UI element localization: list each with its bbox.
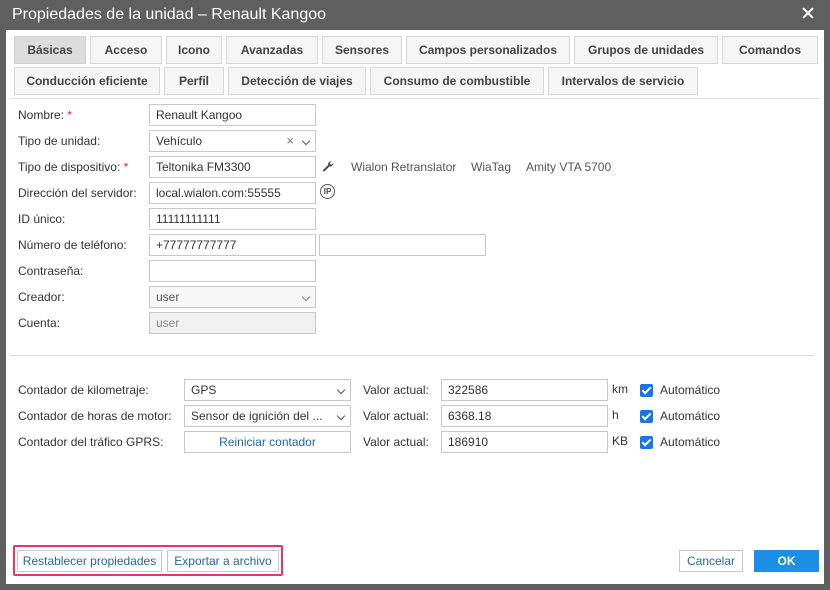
device-link-wialon-retranslator[interactable]: Wialon Retranslator [351,160,456,174]
tab-basicas[interactable]: Básicas [14,36,86,64]
mileage-counter-value: GPS [191,383,217,397]
cancel-button[interactable]: Cancelar [679,550,743,572]
device-type-label: Tipo de dispositivo: * [18,160,129,174]
mileage-current-input[interactable] [441,379,608,401]
tab-avanzadas[interactable]: Avanzadas [226,36,318,64]
creator-select[interactable]: user [149,286,316,308]
clear-icon[interactable]: × [286,133,294,148]
mileage-auto-checkbox[interactable] [640,384,653,397]
unit-properties-dialog: Propiedades de la unidad – Renault Kango… [0,0,830,590]
tab-comandos[interactable]: Comandos [722,36,818,64]
creator-value: user [156,290,180,304]
ok-button[interactable]: OK [754,550,819,572]
phone2-input[interactable] [319,234,486,256]
device-type-input[interactable] [149,156,316,178]
unit-type-label: Tipo de unidad: [18,134,101,148]
device-link-wiatag[interactable]: WiaTag [471,160,511,174]
tab-separator [10,98,820,99]
device-link-amity[interactable]: Amity VTA 5700 [526,160,611,174]
gprs-auto-label: Automático [660,435,721,449]
mileage-counter-select[interactable]: GPS [184,379,351,401]
dialog-title: Propiedades de la unidad – Renault Kango… [12,6,327,23]
engine-hours-counter-value: Sensor de ignición del ... [191,409,323,423]
tab-campos-personalizados[interactable]: Campos personalizados [406,36,570,64]
uid-label: ID único: [18,212,66,226]
server-input[interactable] [149,182,316,204]
tab-intervalos-de-servicio[interactable]: Intervalos de servicio [548,67,698,95]
engine-hours-current-input[interactable] [441,405,608,427]
gprs-current-input[interactable] [441,431,608,453]
account-input [149,312,316,334]
dialog-titlebar: Propiedades de la unidad – Renault Kango… [0,0,830,30]
name-input[interactable] [149,104,316,126]
dialog-content: Básicas Acceso Icono Avanzadas Sensores … [6,30,824,584]
tab-acceso[interactable]: Acceso [90,36,162,64]
reset-properties-button[interactable]: Restablecer propiedades [17,550,162,572]
engine-hours-counter-label: Contador de horas de motor: [18,409,172,423]
tab-sensores[interactable]: Sensores [322,36,402,64]
password-input[interactable] [149,260,316,282]
export-to-file-button[interactable]: Exportar a archivo [167,550,279,572]
engine-hours-current-label: Valor actual: [363,409,429,423]
server-label: Dirección del servidor: [18,186,137,200]
chevron-down-icon [336,385,346,395]
engine-hours-auto-checkbox[interactable] [640,410,653,423]
gprs-current-label: Valor actual: [363,435,429,449]
name-label: Nombre: * [18,108,73,122]
account-label: Cuenta: [18,316,61,330]
chevron-down-icon [301,136,311,146]
chevron-down-icon [301,292,311,302]
gprs-unit: KB [612,434,629,448]
gprs-counter-label: Contador del tráfico GPRS: [18,435,164,449]
creator-label: Creador: [18,290,65,304]
mileage-auto-label: Automático [660,383,721,397]
unit-type-value: Vehículo [156,134,203,148]
tab-icono[interactable]: Icono [166,36,222,64]
tab-grupos-de-unidades[interactable]: Grupos de unidades [574,36,718,64]
phone-input[interactable] [149,234,316,256]
tab-perfil[interactable]: Perfil [164,67,224,95]
wrench-icon[interactable] [322,160,336,172]
mileage-current-label: Valor actual: [363,383,429,397]
section-divider [10,355,814,356]
mileage-counter-label: Contador de kilometraje: [18,383,149,397]
uid-input[interactable] [149,208,316,230]
mileage-unit: km [612,382,628,396]
tab-conduccion-eficiente[interactable]: Conducción eficiente [14,67,160,95]
engine-hours-unit: h [612,408,619,422]
tab-consumo-de-combustible[interactable]: Consumo de combustible [370,67,544,95]
engine-hours-auto-label: Automático [660,409,721,423]
phone-label: Número de teléfono: [18,238,127,252]
reset-counter-button[interactable]: Reiniciar contador [184,431,351,453]
engine-hours-counter-select[interactable]: Sensor de ignición del ... [184,405,351,427]
chevron-down-icon [336,411,346,421]
ip-icon[interactable]: IP [320,184,335,199]
gprs-auto-checkbox[interactable] [640,436,653,449]
unit-type-select[interactable]: Vehículo × [149,130,316,152]
tab-deteccion-de-viajes[interactable]: Detección de viajes [228,67,366,95]
close-icon[interactable] [800,5,816,21]
password-label: Contraseña: [18,264,84,278]
